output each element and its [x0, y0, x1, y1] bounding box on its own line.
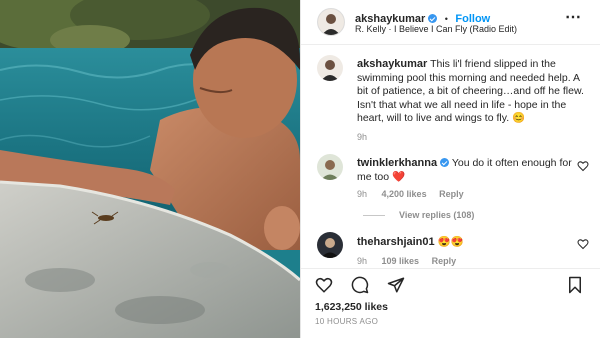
comment-username[interactable]: twinklerkhanna: [357, 157, 437, 169]
reply-button[interactable]: Reply: [439, 189, 464, 199]
header-separator: •: [444, 14, 448, 24]
post-timestamp[interactable]: 10 HOURS AGO: [315, 317, 378, 326]
audio-track-label[interactable]: R. Kelly · I Believe I Can Fly (Radio Ed…: [355, 24, 517, 34]
comment-block: twinklerkhanna You do it often enough fo…: [357, 157, 572, 184]
comment-meta-row: 9h 109 likes Reply: [357, 256, 456, 266]
comment-meta-row: 9h 4,200 likes Reply: [357, 189, 464, 199]
verified-badge-icon: [428, 14, 438, 23]
comment-icon[interactable]: [351, 276, 369, 294]
comment-username[interactable]: theharshjain01: [357, 236, 435, 248]
comment-time: 9h: [357, 189, 368, 199]
comment-text: 😍😍: [437, 236, 464, 248]
replies-divider: [363, 215, 385, 216]
avatar-person-icon: [318, 9, 344, 35]
author-avatar[interactable]: [317, 8, 345, 36]
share-icon[interactable]: [387, 276, 405, 294]
post-header: akshaykumar • Follow R. Kelly · I Believ…: [301, 0, 600, 45]
post-action-bar: [301, 268, 600, 299]
post-likes-count[interactable]: 1,623,250 likes: [315, 301, 388, 313]
comment-time: 9h: [357, 256, 368, 266]
bookmark-icon[interactable]: [567, 276, 583, 294]
caption-block: akshaykumar This li'l friend slipped in …: [357, 58, 589, 126]
comment-block: theharshjain01 😍😍: [357, 236, 572, 250]
comment-avatar[interactable]: [317, 232, 343, 258]
comment-like-heart-icon[interactable]: [577, 238, 589, 250]
caption-username[interactable]: akshaykumar: [357, 58, 427, 70]
view-replies-button[interactable]: View replies (108): [399, 210, 474, 220]
reply-button[interactable]: Reply: [432, 256, 457, 266]
comment-avatar[interactable]: [317, 154, 343, 180]
caption-time: 9h: [357, 132, 368, 142]
comment-likes-count[interactable]: 109 likes: [382, 256, 420, 266]
heart-icon[interactable]: [315, 276, 333, 294]
comment-likes-count[interactable]: 4,200 likes: [382, 189, 427, 199]
more-options-icon[interactable]: ⋯: [565, 7, 581, 27]
post-photo[interactable]: [0, 0, 300, 338]
comment-like-heart-icon[interactable]: [577, 160, 589, 172]
verified-badge-icon: [440, 158, 450, 167]
caption-author-avatar[interactable]: [317, 55, 343, 81]
avatar-person-icon: [317, 55, 343, 81]
avatar-person-icon: [317, 154, 343, 180]
instagram-post-view: akshaykumar • Follow R. Kelly · I Believ…: [0, 0, 600, 338]
avatar-person-icon: [317, 232, 343, 258]
post-side-panel: akshaykumar • Follow R. Kelly · I Believ…: [300, 0, 600, 338]
pool-scene-image: [0, 0, 300, 338]
